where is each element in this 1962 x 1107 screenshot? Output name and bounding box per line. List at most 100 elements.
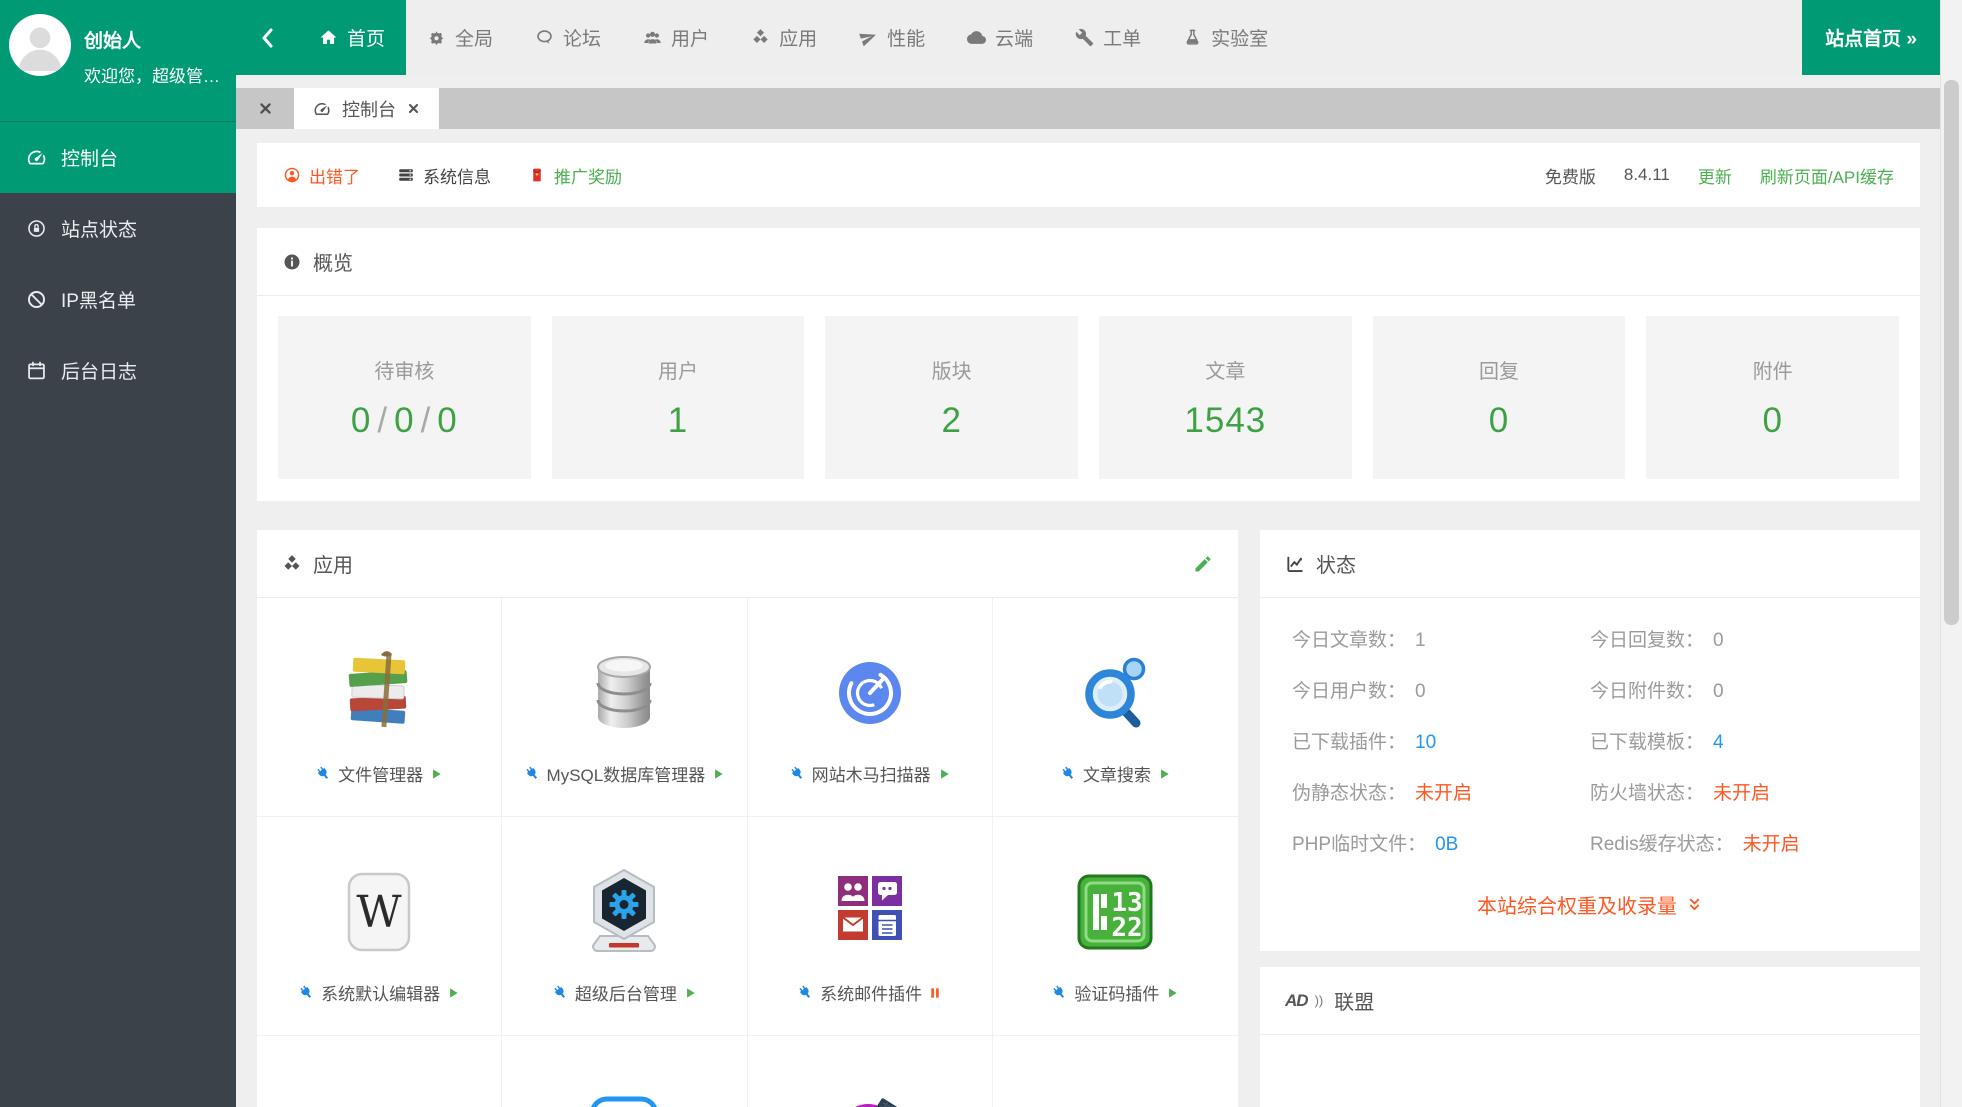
avatar[interactable]: [9, 14, 71, 76]
sidebar-item-label: 后台日志: [61, 357, 137, 384]
scrollbar[interactable]: [1940, 0, 1962, 1107]
app-cell-partial-2[interactable]: 简: [502, 1036, 747, 1107]
promo-reward-button[interactable]: 推广奖励: [528, 163, 622, 188]
user-name: 创始人: [84, 26, 141, 53]
admin-dashboard: 创始人 欢迎您，超级管… 控制台 站点状态 IP黑名单 后台日志: [0, 0, 1962, 1107]
nav-item-cloud[interactable]: 云端: [946, 0, 1054, 75]
update-link[interactable]: 更新: [1698, 163, 1732, 188]
nav-item-apps[interactable]: 应用: [730, 0, 838, 75]
nav-label: 论坛: [563, 24, 601, 51]
main-area: 首页 全局 论坛 用户 应用: [236, 0, 1962, 1107]
status-row: 防火墙状态：未开启: [1590, 779, 1888, 809]
nav-label: 云端: [995, 24, 1033, 51]
app-mysql-manager[interactable]: MySQL数据库管理器: [502, 598, 747, 817]
paper-plane-icon: [859, 28, 878, 47]
status-row: PHP临时文件：0B: [1292, 830, 1590, 860]
site-rank-toggle[interactable]: 本站综合权重及收录量: [1260, 868, 1920, 951]
system-info-button[interactable]: 系统信息: [397, 163, 491, 188]
scanner-gauge-icon: [822, 645, 918, 741]
run-app-icon[interactable]: [1165, 986, 1179, 1000]
refresh-cache-link[interactable]: 刷新页面/API缓存: [1760, 163, 1894, 188]
nav-item-lab[interactable]: 实验室: [1162, 0, 1289, 75]
plug-icon: [552, 984, 569, 1001]
users-icon: [643, 28, 662, 47]
app-super-admin[interactable]: 超级后台管理: [502, 817, 747, 1036]
run-app-icon[interactable]: [937, 767, 951, 781]
toolbar-label: 出错了: [309, 163, 360, 188]
panel-title: 应用: [313, 549, 353, 578]
plug-icon: [789, 765, 806, 782]
nav-item-global[interactable]: 全局: [406, 0, 514, 75]
comment-icon: [535, 28, 554, 47]
stat-label: 文章: [1205, 355, 1245, 384]
nav-item-home[interactable]: 首页: [298, 0, 406, 75]
app-name: 网站木马扫描器: [812, 761, 931, 786]
files-stack-icon: [331, 645, 427, 741]
sidebar-item-console[interactable]: 控制台: [0, 122, 236, 193]
sidebar-item-label: IP黑名单: [61, 286, 136, 313]
run-app-icon[interactable]: [1157, 767, 1171, 781]
overview-panel: 概览 待审核 0/0/0 用户 1 版块 2: [257, 228, 1920, 501]
app-cell-partial-3[interactable]: [748, 1036, 993, 1107]
app-name: 文章搜索: [1083, 761, 1151, 786]
nav-item-users[interactable]: 用户: [622, 0, 730, 75]
status-grid: 今日文章数：1 今日回复数：0 今日用户数：0 今日附件数：0 已下载插件：10…: [1260, 598, 1920, 868]
browser-window-icon: [331, 1083, 427, 1107]
status-row: Redis缓存状态：未开启: [1590, 830, 1888, 860]
run-app-icon[interactable]: [711, 767, 725, 781]
purple-disc-icon: [822, 1083, 918, 1107]
app-label: 验证码插件: [1051, 980, 1179, 1005]
stat-label: 待审核: [374, 355, 434, 384]
alliance-panel: AD )) 联盟: [1260, 967, 1920, 1107]
home-icon: [319, 28, 338, 47]
app-file-manager[interactable]: 文件管理器: [257, 598, 502, 817]
edit-apps-pencil-icon[interactable]: [1193, 554, 1213, 574]
user-block: 创始人 欢迎您，超级管…: [0, 0, 236, 122]
topbar-gap: [236, 75, 1962, 88]
database-icon: [576, 645, 672, 741]
close-tab-icon[interactable]: [407, 102, 420, 115]
collapse-sidebar-button[interactable]: [236, 0, 298, 75]
simplify-arrow-icon: 简: [576, 1083, 672, 1107]
error-report-button[interactable]: 出错了: [283, 163, 360, 188]
server-icon: [397, 166, 415, 184]
run-app-icon[interactable]: [429, 767, 443, 781]
app-label: 文件管理器: [315, 761, 443, 786]
stat-value: 0: [1762, 401, 1782, 441]
plug-icon: [315, 765, 332, 782]
nav-item-performance[interactable]: 性能: [838, 0, 946, 75]
panel-title: 状态: [1316, 549, 1356, 578]
run-app-icon[interactable]: [683, 986, 697, 1000]
close-all-tabs-button[interactable]: [236, 88, 294, 129]
svg-text:22: 22: [1112, 913, 1143, 943]
status-row: 今日用户数：0: [1292, 677, 1590, 707]
sidebar-item-admin-log[interactable]: 后台日志: [0, 335, 236, 406]
run-app-icon[interactable]: [446, 986, 460, 1000]
sidebar-item-ip-blacklist[interactable]: IP黑名单: [0, 264, 236, 335]
scrollbar-thumb[interactable]: [1944, 80, 1959, 625]
pause-app-icon[interactable]: [928, 986, 942, 1000]
app-cell-partial-4[interactable]: [993, 1036, 1238, 1107]
nav-item-forum[interactable]: 论坛: [514, 0, 622, 75]
sidebar: 创始人 欢迎您，超级管… 控制台 站点状态 IP黑名单 后台日志: [0, 0, 236, 1107]
version-info: 免费版 8.4.11 更新 刷新页面/API缓存: [1545, 163, 1894, 188]
nav-label: 应用: [779, 24, 817, 51]
toolbar-label: 推广奖励: [554, 163, 622, 188]
site-home-button[interactable]: 站点首页 »: [1802, 0, 1940, 75]
user-welcome: 欢迎您，超级管…: [84, 62, 220, 87]
tab-console[interactable]: 控制台: [294, 88, 439, 129]
captcha-digits-icon: 1322: [1067, 864, 1163, 960]
app-article-search[interactable]: 文章搜索: [993, 598, 1238, 817]
sidebar-item-site-status[interactable]: 站点状态: [0, 193, 236, 264]
app-captcha-plugin[interactable]: 1322 验证码插件: [993, 817, 1238, 1036]
app-trojan-scanner[interactable]: 网站木马扫描器: [748, 598, 993, 817]
app-name: MySQL数据库管理器: [547, 761, 706, 786]
stat-card-attachments: 附件 0: [1646, 316, 1899, 479]
app-system-mail[interactable]: 系统邮件插件: [748, 817, 993, 1036]
status-row: 伪静态状态：未开启: [1292, 779, 1590, 809]
apps-panel: 应用 文件管理器: [257, 530, 1238, 1107]
app-default-editor[interactable]: W 系统默认编辑器: [257, 817, 502, 1036]
nav-label: 全局: [455, 24, 493, 51]
app-cell-partial-1[interactable]: [257, 1036, 502, 1107]
nav-item-tickets[interactable]: 工单: [1054, 0, 1162, 75]
